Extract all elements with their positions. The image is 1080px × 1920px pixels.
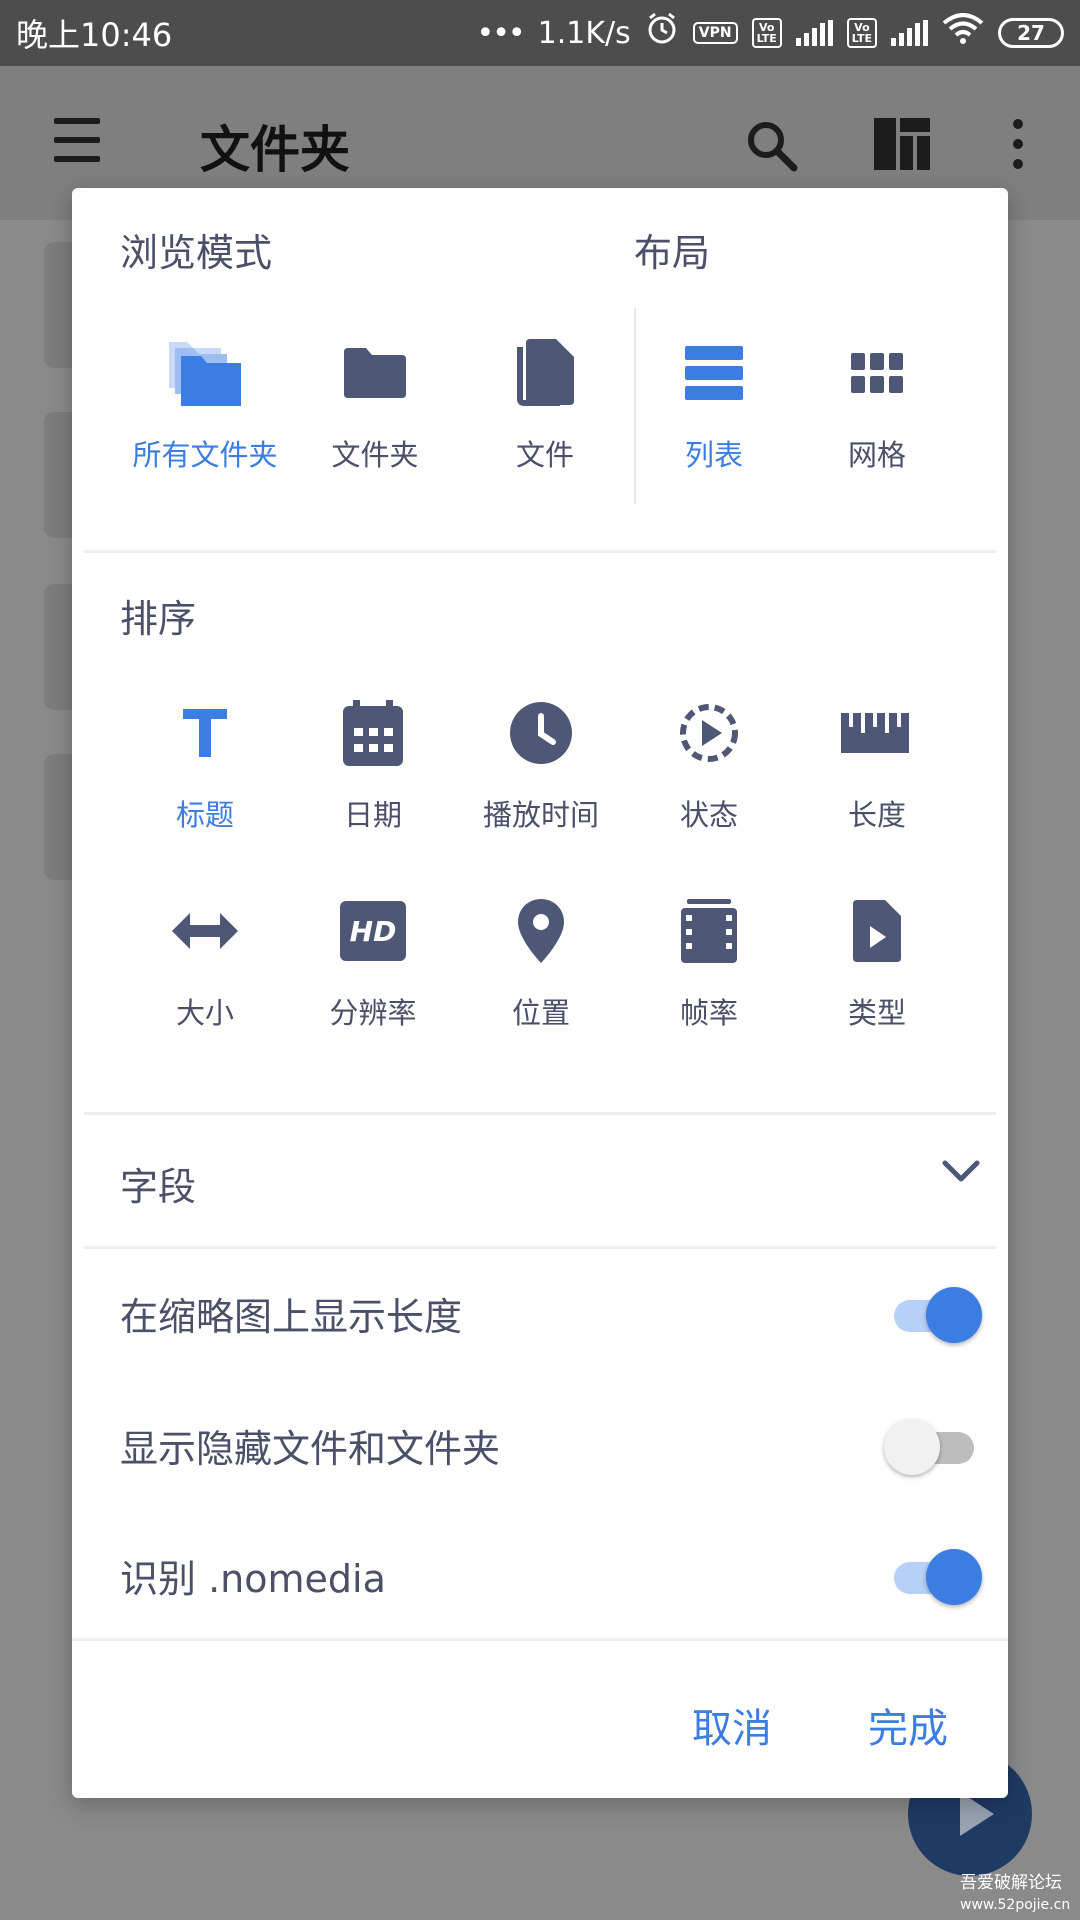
sort-resolution-label: 分辨率 (329, 996, 417, 1030)
search-icon[interactable] (744, 118, 798, 176)
status-bar: 晚上10:46 ••• 1.1K/s VPN Vo LTE Vo LTE 27 (0, 0, 1080, 66)
browse-folders[interactable]: 文件夹 (290, 328, 460, 474)
browse-mode-title: 浏览模式 (120, 231, 273, 275)
sort-date-label: 日期 (343, 798, 402, 832)
browse-files-label: 文件 (515, 438, 574, 472)
layout-title: 布局 (634, 231, 711, 275)
film-icon (624, 886, 794, 976)
all-folders-icon (120, 328, 290, 418)
sort-location-label: 位置 (511, 996, 570, 1030)
divider (72, 1638, 1008, 1641)
layout-list-label: 列表 (684, 438, 743, 472)
wifi-icon (942, 13, 984, 53)
signal-icon-1 (795, 20, 833, 46)
size-icon (120, 886, 290, 976)
watermark: 吾爱破解论坛 www.52pojie.cn (960, 1872, 1070, 1916)
toggle-row-show-hidden: 显示隐藏文件和文件夹 (120, 1400, 980, 1490)
sort-title-label: 标题 (175, 798, 234, 832)
sort-location-option[interactable]: 位置 (456, 886, 626, 1032)
status-icon (624, 688, 794, 778)
title-icon (120, 688, 290, 778)
status-icons: ••• 1.1K/s VPN Vo LTE Vo LTE 27 (477, 12, 1064, 54)
more-dots-icon: ••• (476, 15, 526, 51)
dialog-actions: 取消 完成 (692, 1696, 948, 1754)
ruler-icon (792, 688, 962, 778)
sort-status-label: 状态 (679, 798, 738, 832)
menu-icon[interactable] (54, 118, 100, 162)
list-icon (629, 328, 799, 418)
battery-indicator: 27 (998, 18, 1064, 48)
layout-icon[interactable] (874, 118, 930, 174)
browse-folders-label: 文件夹 (331, 438, 419, 472)
nomedia-switch[interactable] (888, 1548, 982, 1605)
sort-size-option[interactable]: 大小 (120, 886, 290, 1032)
toggle-row-show-length: 在缩略图上显示长度 (120, 1268, 982, 1358)
sort-title-option[interactable]: 标题 (120, 688, 290, 834)
watermark-line2: www.52pojie.cn (960, 1897, 1071, 1913)
show-hidden-label: 显示隐藏文件和文件夹 (120, 1427, 501, 1471)
browse-all-folders[interactable]: 所有文件夹 (120, 328, 290, 474)
sort-title: 排序 (120, 597, 197, 641)
status-time: 晚上10:46 (16, 16, 173, 54)
divider (84, 1112, 996, 1115)
toggle-row-nomedia: 识别 .nomedia (120, 1530, 982, 1620)
sort-type-option[interactable]: 类型 (792, 886, 962, 1032)
layout-list[interactable]: 列表 (629, 328, 799, 474)
layout-grid-label: 网格 (847, 438, 906, 472)
sort-date-option[interactable]: 日期 (288, 688, 458, 834)
sort-length-label: 长度 (847, 798, 906, 832)
file-type-icon (792, 886, 962, 976)
browse-all-folders-label: 所有文件夹 (132, 438, 278, 472)
volte-badge-1: Vo LTE (751, 18, 782, 48)
cancel-button[interactable]: 取消 (692, 1696, 772, 1754)
chevron-down-icon (942, 1160, 980, 1188)
sort-playtime-label: 播放时间 (482, 798, 599, 832)
browse-files[interactable]: 文件 (460, 328, 630, 474)
app-title: 文件夹 (200, 121, 350, 179)
play-icon (960, 1792, 994, 1836)
sort-playtime-option[interactable]: 播放时间 (456, 688, 626, 834)
grid-icon (792, 328, 962, 418)
alarm-icon (645, 12, 679, 54)
hd-icon: HD (288, 886, 458, 976)
watermark-line1: 吾爱破解论坛 (960, 1873, 1062, 1893)
calendar-icon (288, 688, 458, 778)
divider (84, 550, 996, 553)
sort-size-label: 大小 (175, 996, 234, 1030)
vpn-badge: VPN (692, 22, 738, 44)
sort-length-option[interactable]: 长度 (792, 688, 962, 834)
volte-badge-2: Vo LTE (846, 18, 877, 48)
location-icon (456, 886, 626, 976)
sort-resolution-option[interactable]: HD 分辨率 (288, 886, 458, 1032)
sort-framerate-label: 帧率 (679, 996, 738, 1030)
sort-status-option[interactable]: 状态 (624, 688, 794, 834)
clock-icon (456, 688, 626, 778)
show-length-label: 在缩略图上显示长度 (120, 1295, 463, 1339)
show-hidden-switch[interactable] (884, 1418, 980, 1475)
nomedia-label: 识别 .nomedia (120, 1557, 386, 1601)
fields-expander[interactable]: 字段 (120, 1138, 980, 1218)
network-speed: 1.1K/s (537, 15, 631, 51)
divider (84, 1246, 996, 1249)
svg-text:HD: HD (350, 915, 397, 948)
signal-icon-2 (891, 20, 928, 46)
layout-grid[interactable]: 网格 (792, 328, 962, 474)
fields-title: 字段 (120, 1165, 197, 1209)
done-button[interactable]: 完成 (868, 1696, 948, 1754)
more-vert-icon[interactable] (1010, 118, 1026, 174)
show-length-switch[interactable] (888, 1286, 982, 1343)
view-options-dialog: 浏览模式 布局 所有文件夹 文件夹 文件 列表 网格 排序 标题 日期 播放时间… (72, 188, 1008, 1798)
files-icon (460, 328, 630, 418)
sort-type-label: 类型 (847, 996, 906, 1030)
sort-framerate-option[interactable]: 帧率 (624, 886, 794, 1032)
folder-icon (290, 328, 460, 418)
